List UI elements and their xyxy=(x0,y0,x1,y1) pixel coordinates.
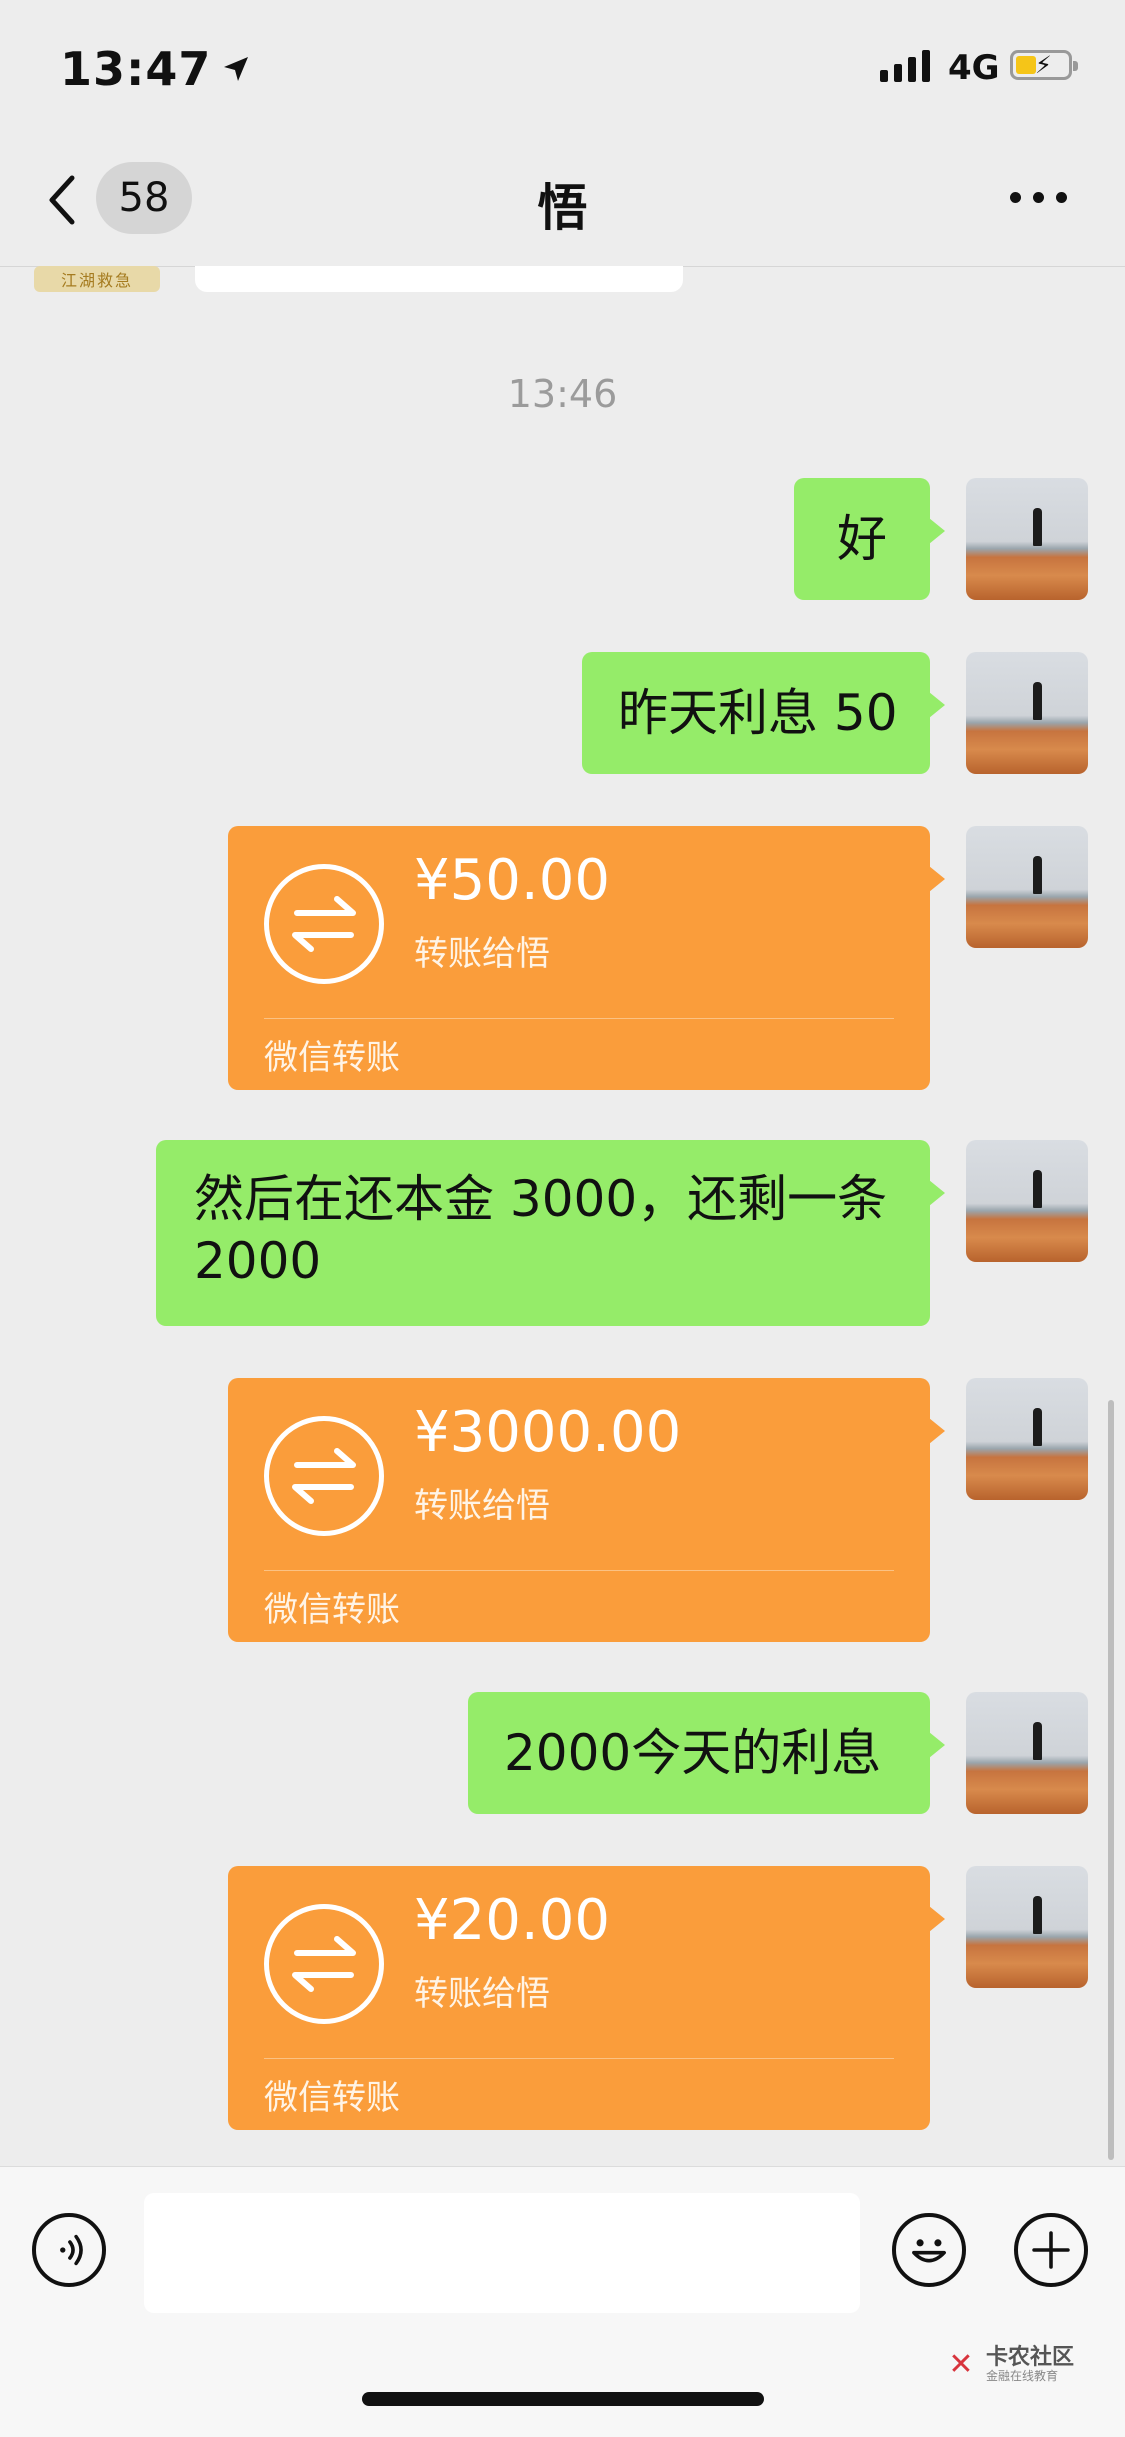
plus-icon[interactable] xyxy=(1014,2213,1088,2287)
divider xyxy=(264,1570,894,1571)
avatar[interactable] xyxy=(966,1692,1088,1814)
previous-message-bubble xyxy=(195,266,683,292)
home-indicator[interactable] xyxy=(362,2392,764,2406)
avatar[interactable] xyxy=(966,478,1088,600)
message-timestamp: 13:46 xyxy=(507,372,618,416)
transfer-recipient: 转账给悟 xyxy=(414,1486,550,1526)
transfer-footer: 微信转账 xyxy=(264,1038,400,1078)
message-text: 昨天利息 50 xyxy=(618,684,898,742)
transfer-card[interactable]: ¥20.00 转账给悟 微信转账 xyxy=(228,1866,945,2130)
avatar[interactable] xyxy=(966,652,1088,774)
transfer-recipient: 转账给悟 xyxy=(414,1974,550,2014)
avatar[interactable] xyxy=(966,1378,1088,1500)
message-bubble[interactable]: 好 xyxy=(794,478,945,600)
transfer-card[interactable]: ¥50.00 转账给悟 微信转账 xyxy=(228,826,945,1090)
transfer-amount: ¥50.00 xyxy=(414,848,610,913)
more-dots-icon[interactable] xyxy=(1010,192,1067,203)
avatar[interactable] xyxy=(966,1866,1088,1988)
watermark-name: 卡农社区 xyxy=(986,2345,1075,2370)
status-bar: 13:47 4G ⚡ xyxy=(0,0,1125,140)
transfer-arrows-icon xyxy=(264,1416,384,1536)
divider xyxy=(264,2058,894,2059)
message-bubble[interactable]: 2000今天的利息 xyxy=(468,1692,945,1814)
previous-sticker-tag: 江湖救急 xyxy=(34,266,160,292)
transfer-card[interactable]: ¥3000.00 转账给悟 微信转账 xyxy=(228,1378,945,1642)
signal-icon xyxy=(880,50,930,82)
message-bubble[interactable]: 昨天利息 50 xyxy=(582,652,945,774)
emoji-icon[interactable] xyxy=(892,2213,966,2287)
transfer-footer: 微信转账 xyxy=(264,2078,400,2118)
transfer-amount: ¥3000.00 xyxy=(414,1400,682,1465)
message-text: 然后在还本金 3000，还剩一条 2000 xyxy=(194,1170,888,1290)
battery-charging-icon: ⚡ xyxy=(1010,50,1078,80)
avatar[interactable] xyxy=(966,826,1088,948)
watermark-tagline: 金融在线教育 xyxy=(986,2369,1059,2384)
transfer-arrows-icon xyxy=(264,864,384,984)
message-text: 2000今天的利息 xyxy=(504,1724,882,1782)
transfer-recipient: 转账给悟 xyxy=(414,934,550,974)
transfer-amount: ¥20.00 xyxy=(414,1888,610,1953)
status-time: 13:47 xyxy=(60,42,251,96)
watermark: ✕ 卡农社区 金融在线教育 xyxy=(944,2345,1075,2384)
watermark-logo-icon: ✕ xyxy=(948,2346,974,2382)
message-input[interactable] xyxy=(144,2193,860,2313)
transfer-arrows-icon xyxy=(264,1904,384,2024)
transfer-footer: 微信转账 xyxy=(264,1590,400,1630)
chat-title: 悟 xyxy=(537,179,588,237)
divider xyxy=(264,1018,894,1019)
message-text: 好 xyxy=(837,510,887,568)
location-arrow-icon xyxy=(224,57,249,81)
avatar[interactable] xyxy=(966,1140,1088,1262)
chat-header: 58 悟 xyxy=(0,140,1125,267)
scroll-indicator[interactable] xyxy=(1108,1400,1114,2160)
voice-icon[interactable] xyxy=(32,2213,106,2287)
network-type: 4G xyxy=(948,48,1000,88)
message-bubble[interactable]: 然后在还本金 3000，还剩一条 2000 xyxy=(156,1140,945,1326)
